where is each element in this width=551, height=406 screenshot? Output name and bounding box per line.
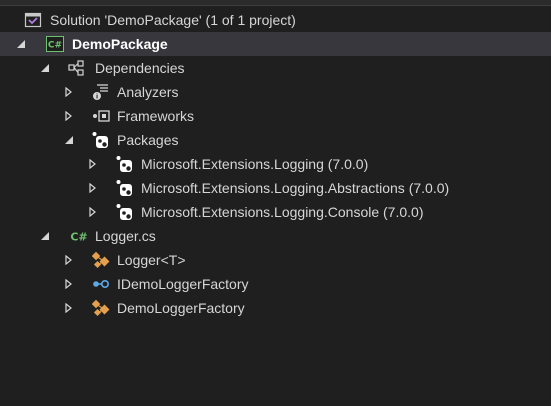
expand-arrow-icon[interactable]	[86, 181, 100, 195]
collapse-arrow-icon[interactable]	[38, 61, 52, 75]
svg-text:i: i	[96, 94, 98, 101]
expand-arrow-icon[interactable]	[62, 253, 76, 267]
nuget-package-icon	[116, 203, 134, 221]
tree-item-solution[interactable]: Solution 'DemoPackage' (1 of 1 project)	[0, 8, 551, 32]
tree-item-frameworks[interactable]: Frameworks	[0, 104, 551, 128]
tree-item-package[interactable]: Microsoft.Extensions.Logging (7.0.0)	[0, 152, 551, 176]
package-label: Microsoft.Extensions.Logging.Abstraction…	[141, 180, 450, 196]
tree-item-package[interactable]: Microsoft.Extensions.Logging.Abstraction…	[0, 176, 551, 200]
class-icon	[92, 299, 110, 317]
package-label: Microsoft.Extensions.Logging.Console (7.…	[141, 204, 424, 220]
dependencies-icon	[68, 59, 86, 77]
tree-item-packages[interactable]: Packages	[0, 128, 551, 152]
solution-explorer-tree: Solution 'DemoPackage' (1 of 1 project) …	[0, 8, 551, 320]
nuget-package-icon	[116, 179, 134, 197]
svg-text:C#: C#	[48, 41, 62, 51]
collapse-arrow-icon[interactable]	[62, 133, 76, 147]
analyzer-icon: i	[92, 83, 110, 101]
class-label: DemoLoggerFactory	[117, 300, 245, 316]
project-label: DemoPackage	[72, 36, 168, 52]
collapse-arrow-icon[interactable]	[38, 229, 52, 243]
analyzers-label: Analyzers	[117, 84, 179, 100]
package-label: Microsoft.Extensions.Logging (7.0.0)	[141, 156, 369, 172]
svg-text:C#: C#	[70, 231, 87, 244]
expand-arrow-icon[interactable]	[62, 85, 76, 99]
tree-item-class[interactable]: Logger<T>	[0, 248, 551, 272]
tree-item-class[interactable]: DemoLoggerFactory	[0, 296, 551, 320]
frameworks-label: Frameworks	[117, 108, 195, 124]
interface-label: IDemoLoggerFactory	[117, 276, 249, 292]
nuget-package-icon	[116, 155, 134, 173]
tree-item-analyzers[interactable]: i Analyzers	[0, 80, 551, 104]
class-label: Logger<T>	[117, 252, 186, 268]
packages-label: Packages	[117, 132, 179, 148]
solution-label: Solution 'DemoPackage' (1 of 1 project)	[50, 12, 296, 28]
framework-icon	[92, 107, 110, 125]
dependencies-label: Dependencies	[95, 60, 185, 76]
tree-item-dependencies[interactable]: Dependencies	[0, 56, 551, 80]
tree-item-package[interactable]: Microsoft.Extensions.Logging.Console (7.…	[0, 200, 551, 224]
expand-arrow-icon[interactable]	[62, 109, 76, 123]
top-toolbar-edge	[0, 0, 551, 6]
tree-item-file[interactable]: C# Logger.cs	[0, 224, 551, 248]
expand-arrow-icon[interactable]	[62, 301, 76, 315]
csharp-file-icon: C#	[68, 227, 90, 245]
expand-arrow-icon[interactable]	[62, 277, 76, 291]
solution-icon	[24, 11, 42, 29]
tree-item-interface[interactable]: IDemoLoggerFactory	[0, 272, 551, 296]
class-icon	[92, 251, 110, 269]
file-label: Logger.cs	[95, 228, 156, 244]
expand-arrow-icon[interactable]	[86, 157, 100, 171]
tree-item-project[interactable]: C# DemoPackage	[0, 32, 551, 56]
interface-icon	[92, 275, 110, 293]
nuget-package-icon	[92, 131, 110, 149]
collapse-arrow-icon[interactable]	[14, 37, 28, 51]
csharp-project-icon: C#	[46, 35, 64, 53]
expand-arrow-icon[interactable]	[86, 205, 100, 219]
